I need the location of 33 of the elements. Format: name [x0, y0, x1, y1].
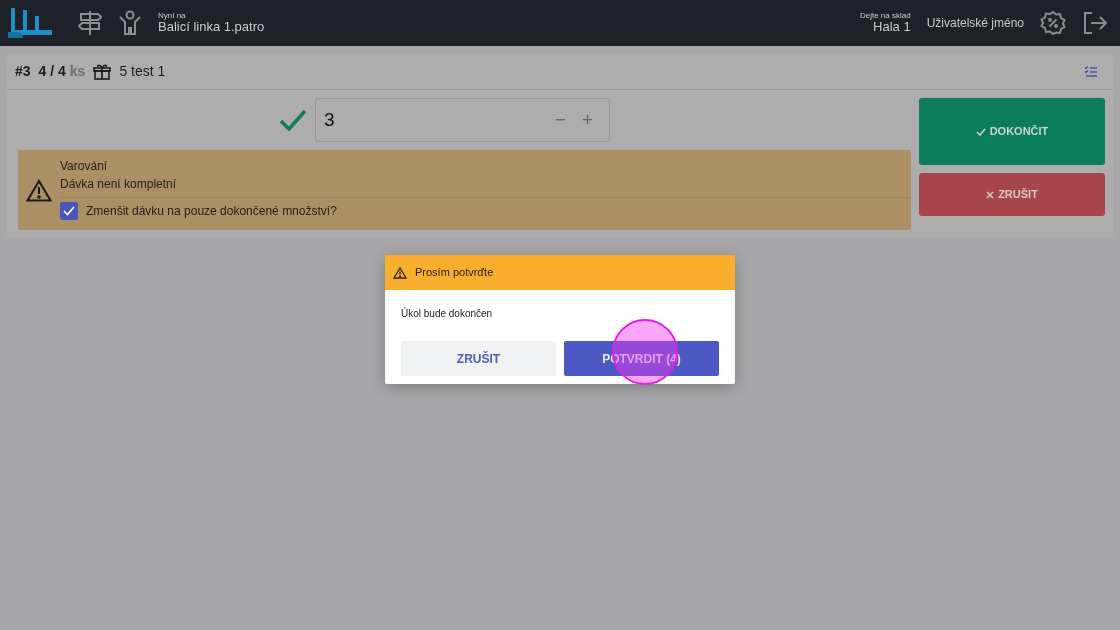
signpost-icon[interactable]	[78, 10, 102, 36]
logout-icon[interactable]	[1082, 12, 1108, 34]
location-label: Nyní na	[158, 11, 187, 20]
minus-button[interactable]: −	[554, 105, 566, 135]
finish-button[interactable]: DOKONČIT	[919, 98, 1105, 165]
close-icon	[986, 190, 995, 199]
alert-message: Dávka není kompletní	[60, 175, 178, 193]
check-icon	[279, 109, 307, 131]
alert-title: Varování	[60, 157, 109, 175]
warning-icon	[393, 266, 407, 279]
quantity-field[interactable]: 3 − +	[315, 98, 610, 142]
check-icon	[975, 127, 986, 136]
warning-icon	[26, 178, 52, 202]
dialog-message: Úkol bude dokončen	[401, 308, 493, 319]
product-name: 5 test 1	[119, 62, 166, 81]
warehouse-name: Hala 1	[873, 19, 911, 35]
checkbox[interactable]	[60, 201, 78, 220]
task-quantity: 4 / 4	[38, 62, 66, 81]
location-name: Balicí linka 1.patro	[158, 19, 265, 35]
plus-button[interactable]: +	[581, 105, 593, 135]
gift-box-icon	[93, 63, 112, 80]
logo-icon	[8, 8, 54, 38]
task-number: #3	[15, 62, 31, 81]
cancel-button[interactable]: ZRUŠIT	[919, 173, 1105, 216]
unit-label: ks	[69, 62, 86, 81]
checkbox-label[interactable]: Zmenšit dávku na pouze dokončené množství?	[86, 201, 337, 220]
cancel-button[interactable]: ZRUŠIT	[401, 341, 556, 376]
username[interactable]: Uživatelské jméno	[926, 14, 1024, 32]
checklist-icon[interactable]	[1085, 66, 1097, 77]
discount-badge-icon[interactable]	[1040, 10, 1066, 36]
figure-icon[interactable]	[118, 10, 142, 36]
dialog-title: Prosím potvrďte	[415, 265, 494, 281]
warehouse-label: Dejte na sklad	[859, 11, 911, 20]
